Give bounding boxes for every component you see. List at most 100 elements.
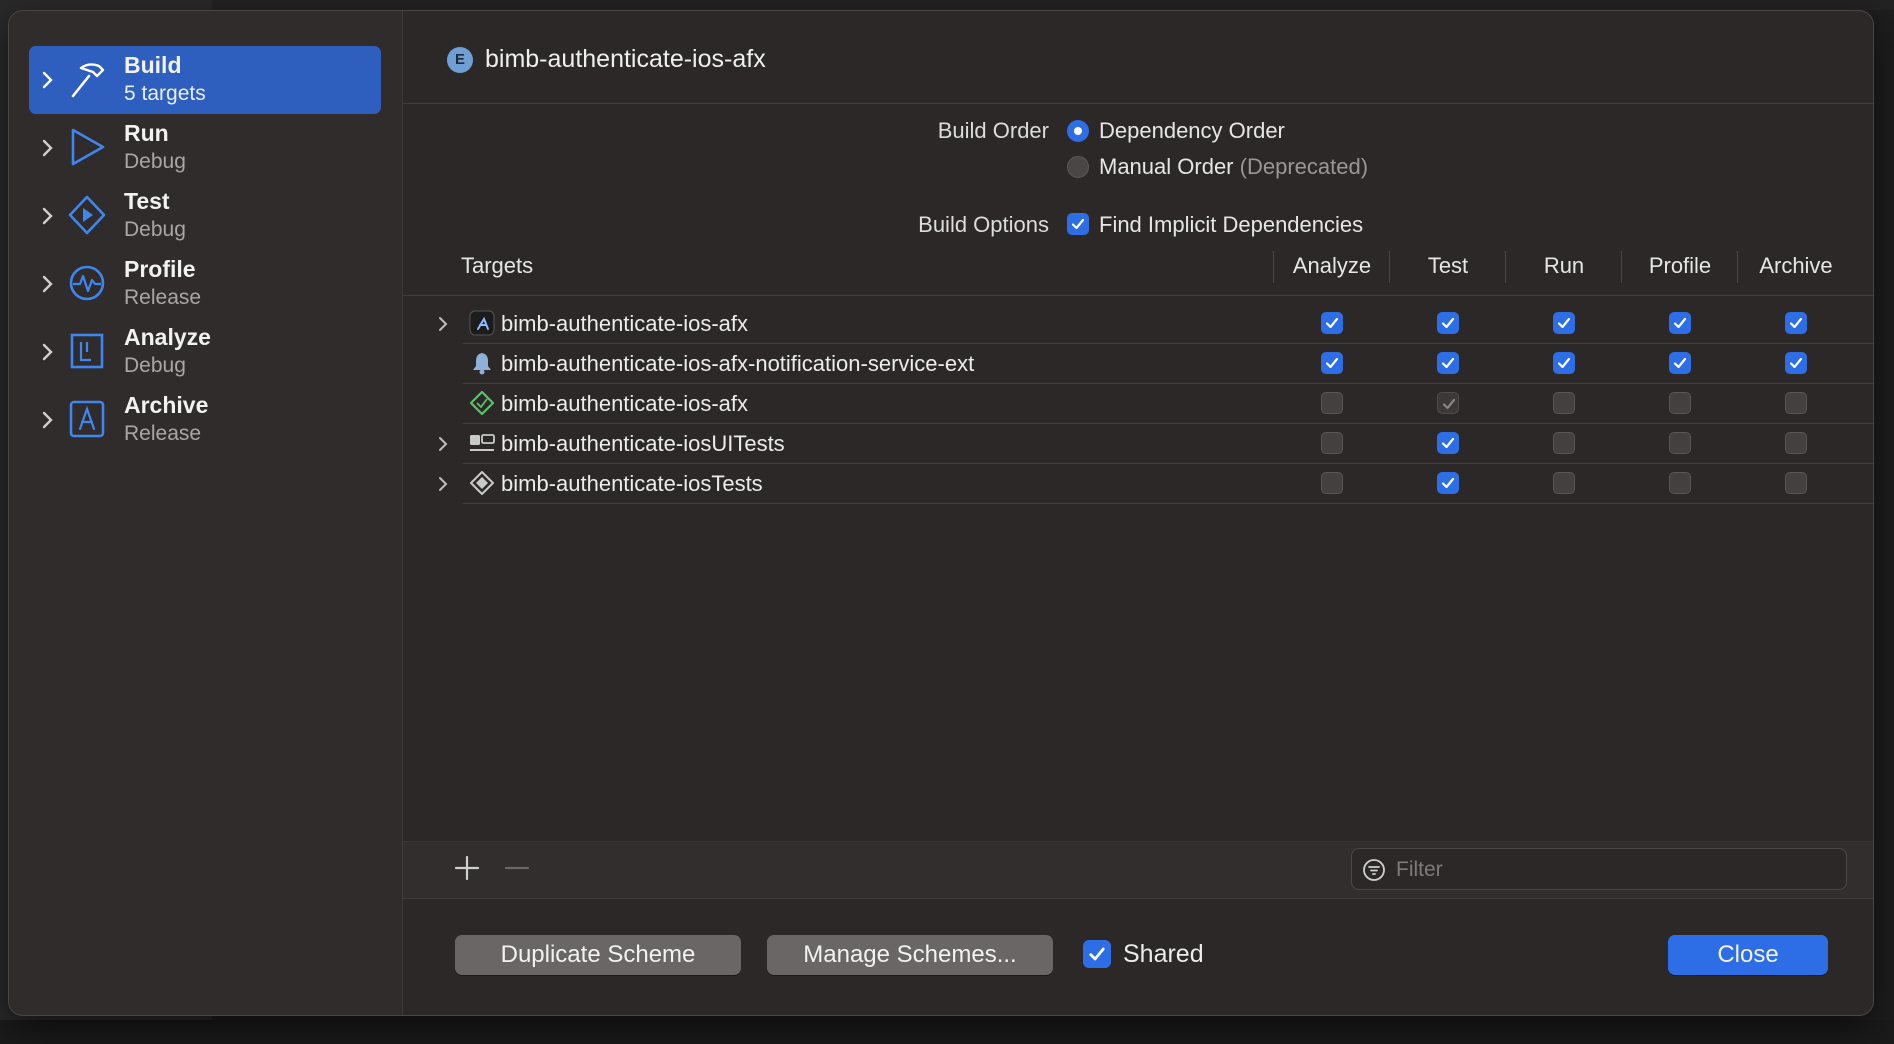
close-button[interactable]: Close xyxy=(1668,935,1828,975)
play-icon xyxy=(71,128,105,166)
analyze-checkbox[interactable] xyxy=(1321,352,1343,374)
dependency-order-label[interactable]: Dependency Order xyxy=(1099,118,1285,144)
analyze-checkbox[interactable] xyxy=(1321,392,1343,414)
profile-checkbox[interactable] xyxy=(1669,432,1691,454)
profile-checkbox[interactable] xyxy=(1669,312,1691,334)
checkmark-icon xyxy=(1557,357,1571,369)
run-checkbox[interactable] xyxy=(1553,432,1575,454)
test-checkbox[interactable] xyxy=(1437,312,1459,334)
analyze-checkbox[interactable] xyxy=(1321,432,1343,454)
test-checkbox[interactable] xyxy=(1437,472,1459,494)
scheme-editor-sheet: Build 5 targets Run Debug Test Debug Pro… xyxy=(9,11,1873,1015)
radio-manual-order[interactable] xyxy=(1067,156,1089,178)
chevron-right-icon[interactable] xyxy=(41,137,55,159)
profile-checkbox[interactable] xyxy=(1669,352,1691,374)
find-implicit-dependencies-checkbox[interactable] xyxy=(1067,213,1089,235)
gauge-waveform-icon xyxy=(69,265,105,301)
hammer-icon xyxy=(71,63,105,98)
archive-checkbox[interactable] xyxy=(1785,312,1807,334)
manual-order-label: Manual Order xyxy=(1099,154,1234,179)
shared-checkbox[interactable] xyxy=(1083,940,1111,968)
filter-icon xyxy=(1363,859,1385,881)
checkmark-icon xyxy=(1673,357,1687,369)
shared-label[interactable]: Shared xyxy=(1123,940,1204,969)
sidebar-item-subtitle: Debug xyxy=(124,150,186,173)
chevron-right-icon[interactable] xyxy=(41,205,55,227)
build-action-pane: E bimb-authenticate-ios-afx Build Order … xyxy=(403,11,1873,1015)
checkmark-icon xyxy=(1441,357,1455,369)
table-row[interactable]: bimb-authenticate-ios-afx xyxy=(463,384,1873,424)
manage-schemes-button[interactable]: Manage Schemes... xyxy=(767,935,1053,975)
chevron-right-icon[interactable] xyxy=(41,273,55,295)
duplicate-scheme-button[interactable]: Duplicate Scheme xyxy=(455,935,741,975)
app-target-icon xyxy=(469,310,495,336)
radio-dependency-order[interactable] xyxy=(1067,120,1089,142)
chevron-right-icon[interactable] xyxy=(41,341,55,363)
notification-extension-icon xyxy=(469,350,495,376)
sidebar-item-profile[interactable]: Profile Release xyxy=(29,250,381,318)
test-checkbox[interactable] xyxy=(1437,392,1459,414)
sidebar-item-analyze[interactable]: Analyze Debug xyxy=(29,318,381,386)
filter-input[interactable] xyxy=(1394,855,1838,885)
sidebar-item-title: Analyze xyxy=(124,324,211,350)
unit-test-bundle-icon xyxy=(469,470,495,496)
sidebar-item-archive[interactable]: Archive Release xyxy=(29,386,381,454)
table-row[interactable]: bimb-authenticate-ios-afx-notification-s… xyxy=(463,344,1873,384)
sidebar-item-run[interactable]: Run Debug xyxy=(29,114,381,182)
checkmark-icon xyxy=(1789,357,1803,369)
profile-checkbox[interactable] xyxy=(1669,392,1691,414)
chevron-right-icon[interactable] xyxy=(41,69,55,91)
manual-order-option[interactable]: Manual Order (Deprecated) xyxy=(1099,154,1368,180)
column-header-analyze[interactable]: Analyze xyxy=(1274,253,1390,279)
sidebar-item-subtitle: Debug xyxy=(124,354,186,377)
remove-target-icon[interactable] xyxy=(501,852,533,884)
run-checkbox[interactable] xyxy=(1553,312,1575,334)
filter-field[interactable] xyxy=(1351,848,1847,890)
sidebar-item-title: Test xyxy=(124,188,170,214)
sidebar-item-title: Run xyxy=(124,120,169,146)
deprecated-note: (Deprecated) xyxy=(1239,154,1369,179)
run-checkbox[interactable] xyxy=(1553,472,1575,494)
scheme-actions-sidebar: Build 5 targets Run Debug Test Debug Pro… xyxy=(9,11,403,1015)
table-row[interactable]: bimb-authenticate-iosUITests xyxy=(439,424,1873,464)
column-header-profile[interactable]: Profile xyxy=(1622,253,1738,279)
table-row[interactable]: bimb-authenticate-ios-afx xyxy=(439,304,1873,344)
checkmark-icon xyxy=(1441,317,1455,329)
disclosure-chevron-icon[interactable] xyxy=(437,315,449,333)
analyze-checkbox[interactable] xyxy=(1321,312,1343,334)
find-implicit-dependencies-label[interactable]: Find Implicit Dependencies xyxy=(1099,212,1363,238)
profile-checkbox[interactable] xyxy=(1669,472,1691,494)
sidebar-item-test[interactable]: Test Debug xyxy=(29,182,381,250)
archive-checkbox[interactable] xyxy=(1785,392,1807,414)
chevron-right-icon[interactable] xyxy=(41,409,55,431)
add-target-icon[interactable] xyxy=(451,852,483,884)
targets-table-toolbar xyxy=(403,841,1873,899)
test-plan-icon xyxy=(469,390,495,416)
disclosure-chevron-icon[interactable] xyxy=(437,435,449,453)
column-header-run[interactable]: Run xyxy=(1506,253,1622,279)
checkmark-icon xyxy=(1071,218,1085,230)
archive-checkbox[interactable] xyxy=(1785,472,1807,494)
test-checkbox[interactable] xyxy=(1437,432,1459,454)
column-header-archive[interactable]: Archive xyxy=(1738,253,1854,279)
sidebar-item-title: Build xyxy=(124,52,182,78)
disclosure-chevron-icon[interactable] xyxy=(437,475,449,493)
sidebar-item-subtitle: 5 targets xyxy=(124,82,206,105)
checkmark-icon xyxy=(1441,477,1455,489)
checkmark-icon xyxy=(1442,398,1456,410)
target-name: bimb-authenticate-ios-afx xyxy=(501,391,749,416)
checkmark-icon xyxy=(1789,317,1803,329)
test-checkbox[interactable] xyxy=(1437,352,1459,374)
run-checkbox[interactable] xyxy=(1553,352,1575,374)
table-row[interactable]: bimb-authenticate-iosTests xyxy=(439,464,1873,504)
run-checkbox[interactable] xyxy=(1553,392,1575,414)
archive-checkbox[interactable] xyxy=(1785,352,1807,374)
analyze-checkbox[interactable] xyxy=(1321,472,1343,494)
archive-app-icon xyxy=(69,400,105,438)
target-name: bimb-authenticate-ios-afx-notification-s… xyxy=(501,351,975,376)
column-header-test[interactable]: Test xyxy=(1390,253,1506,279)
sidebar-item-title: Profile xyxy=(124,256,196,282)
column-header-targets[interactable]: Targets xyxy=(461,253,533,279)
sidebar-item-build[interactable]: Build 5 targets xyxy=(29,46,381,114)
archive-checkbox[interactable] xyxy=(1785,432,1807,454)
